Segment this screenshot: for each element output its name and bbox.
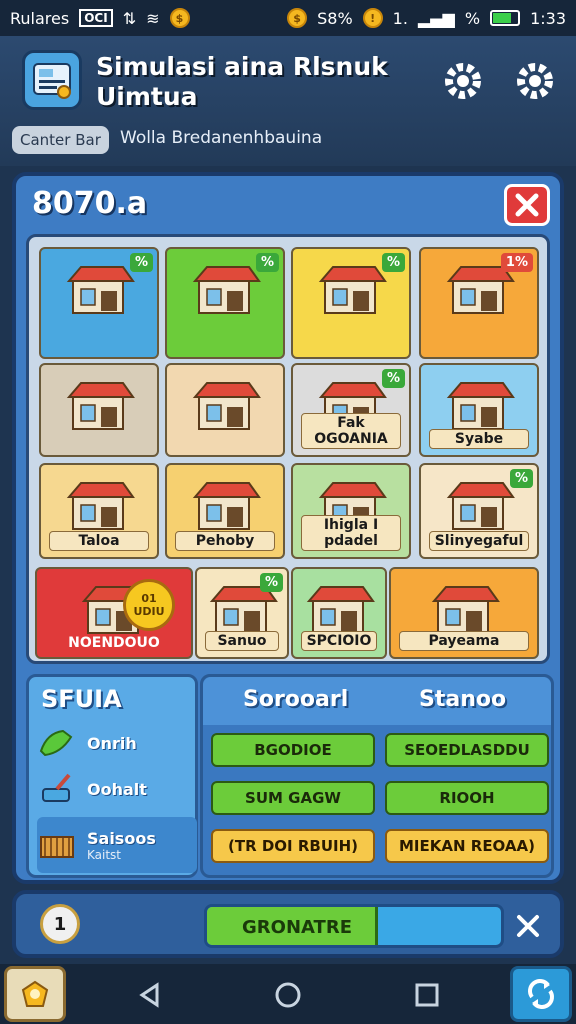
option-button[interactable]: (TR DOI RBUIH) (211, 829, 375, 863)
alarm-icon: ! (362, 8, 383, 28)
discount-badge: % (381, 253, 405, 272)
discount-badge: 1% (500, 253, 533, 272)
sync-button[interactable] (510, 966, 572, 1022)
signal-icon: ⇅ (122, 8, 137, 28)
back-icon[interactable] (135, 980, 165, 1010)
status-bar: Rulares OCI ⇅ ≋ $ $ S8% ! 1. ▂▄▆ % 1:33 (0, 0, 576, 36)
tile-label: Slinyegaful (429, 531, 529, 551)
shop-tile[interactable]: % Sanuo (195, 567, 289, 659)
tool-item[interactable]: Onrih (37, 721, 197, 765)
recents-icon[interactable] (412, 980, 442, 1010)
tile-label: Ihigla I pdadel (301, 515, 401, 551)
carrier-label: Rulares (10, 8, 70, 28)
tile-label: Taloa (49, 531, 149, 551)
tile-label: Sanuo (205, 631, 279, 651)
discount-badge: % (509, 469, 533, 488)
percent-label: S8% (317, 8, 353, 28)
bottom-close-button[interactable] (508, 906, 548, 946)
coin-icon: $ (169, 8, 190, 28)
storefront-icon (192, 382, 261, 430)
option-button[interactable]: RIOOH (385, 781, 549, 815)
progress-label: GRONATRE (242, 917, 352, 938)
option-button[interactable]: SEOEDLASDDU (385, 733, 549, 767)
scoop-icon (39, 729, 73, 757)
coin-icon-small: $ (287, 8, 308, 28)
tile-label: Syabe (429, 429, 529, 449)
register-icon (192, 482, 261, 530)
cell-bars-icon: ▂▄▆ (417, 8, 455, 28)
freezer-icon (66, 482, 135, 530)
options-gear-icon[interactable] (512, 58, 558, 104)
panel-title: 8070.a (32, 186, 148, 221)
discount-badge: % (259, 573, 283, 592)
shop-tile[interactable]: % (39, 247, 159, 359)
options-col1-title: Sorooarl (243, 687, 349, 712)
tile-label: Payeama (399, 631, 529, 651)
tile-label: SPCIOIO (301, 631, 377, 651)
tool-item-selected[interactable]: Saisoos Kaitst (37, 817, 197, 873)
sync-icon (528, 979, 554, 1009)
coin-badge: 01 UDIU (123, 579, 175, 631)
level-coin-icon[interactable]: 1 (40, 904, 80, 944)
system-nav-bar (0, 964, 576, 1024)
shop-tile[interactable]: Payeama (389, 567, 539, 659)
shop-tile[interactable]: % (291, 247, 411, 359)
crates-icon (66, 382, 135, 430)
discount-badge: % (129, 253, 153, 272)
app-header: Simulasi aina Rlsnuk Uimtua Canter Bar W… (0, 36, 576, 166)
shop-tile[interactable] (165, 363, 285, 457)
header-subtitle: Wolla Bredanenhbauina (120, 128, 323, 148)
tile-label: NOENDOUO (68, 635, 160, 651)
settings-gear-icon[interactable] (440, 58, 486, 104)
option-button[interactable]: SUM GAGW (211, 781, 375, 815)
mode-chip[interactable]: Canter Bar (12, 126, 109, 154)
warehouse-icon (446, 382, 515, 430)
shop-tile[interactable]: % Fak OGOANIA (291, 363, 411, 457)
wifi-icon: ≋ (146, 8, 160, 28)
tile-label: Fak OGOANIA (301, 413, 401, 449)
tool-item[interactable]: Oohalt (37, 767, 197, 811)
main-panel: 8070.a %%% 1%% Fak OGOANIA Syabe Taloa Pehoby… (12, 172, 564, 884)
discount-badge: % (381, 369, 405, 388)
options-col2-title: Stanoo (419, 687, 507, 712)
shop-tile[interactable]: Syabe (419, 363, 539, 457)
option-button[interactable]: MIEKAN REOAA) (385, 829, 549, 863)
signal-text: 1. (392, 8, 408, 28)
shop-tile[interactable]: % Slinyegaful (419, 463, 539, 559)
options-header: Sorooarl Stanoo (203, 677, 551, 725)
shop-tile[interactable] (39, 363, 159, 457)
shop-tile[interactable]: 01 UDIU NOENDOUO (35, 567, 193, 659)
shop-tile[interactable]: Ihigla I pdadel (291, 463, 411, 559)
shop-grid: %%% 1%% Fak OGOANIA Syabe Taloa Pehoby Ihigla … (26, 234, 550, 664)
tile-label: Pehoby (175, 531, 275, 551)
shop-tile[interactable]: % (165, 247, 285, 359)
shop-tile[interactable]: Taloa (39, 463, 159, 559)
home-icon[interactable] (273, 980, 303, 1010)
option-button[interactable]: BGODIOE (211, 733, 375, 767)
shop-tile[interactable]: Pehoby (165, 463, 285, 559)
signal-pct: % (464, 8, 481, 28)
close-icon (517, 915, 539, 937)
clock: 1:33 (530, 8, 566, 28)
bottom-action-bar: 1 GRONATRE (12, 890, 564, 958)
basket-icon (40, 836, 74, 858)
game-menu-button[interactable] (4, 966, 66, 1022)
network-box: OCI (79, 9, 113, 27)
close-icon (515, 193, 539, 217)
app-logo-icon (22, 50, 82, 110)
close-button[interactable] (504, 184, 550, 226)
tools-title: SFUIA (41, 685, 122, 713)
discount-badge: % (255, 253, 279, 272)
shop-tile[interactable]: 1% (419, 247, 539, 359)
knife-icon (42, 773, 71, 802)
shop-tile[interactable]: SPCIOIO (291, 567, 387, 659)
battery-icon (490, 10, 521, 26)
tools-list: SFUIA Onrih Oohalt Saisoos Kaitst (26, 674, 198, 878)
progress-bar[interactable]: GRONATRE (204, 904, 504, 948)
options-panel: Sorooarl Stanoo BGODIOE SEOEDLASDDU SUM GA… (200, 674, 554, 878)
puzzle-icon (21, 980, 49, 1007)
app-title: Simulasi aina Rlsnuk Uimtua (96, 52, 388, 111)
